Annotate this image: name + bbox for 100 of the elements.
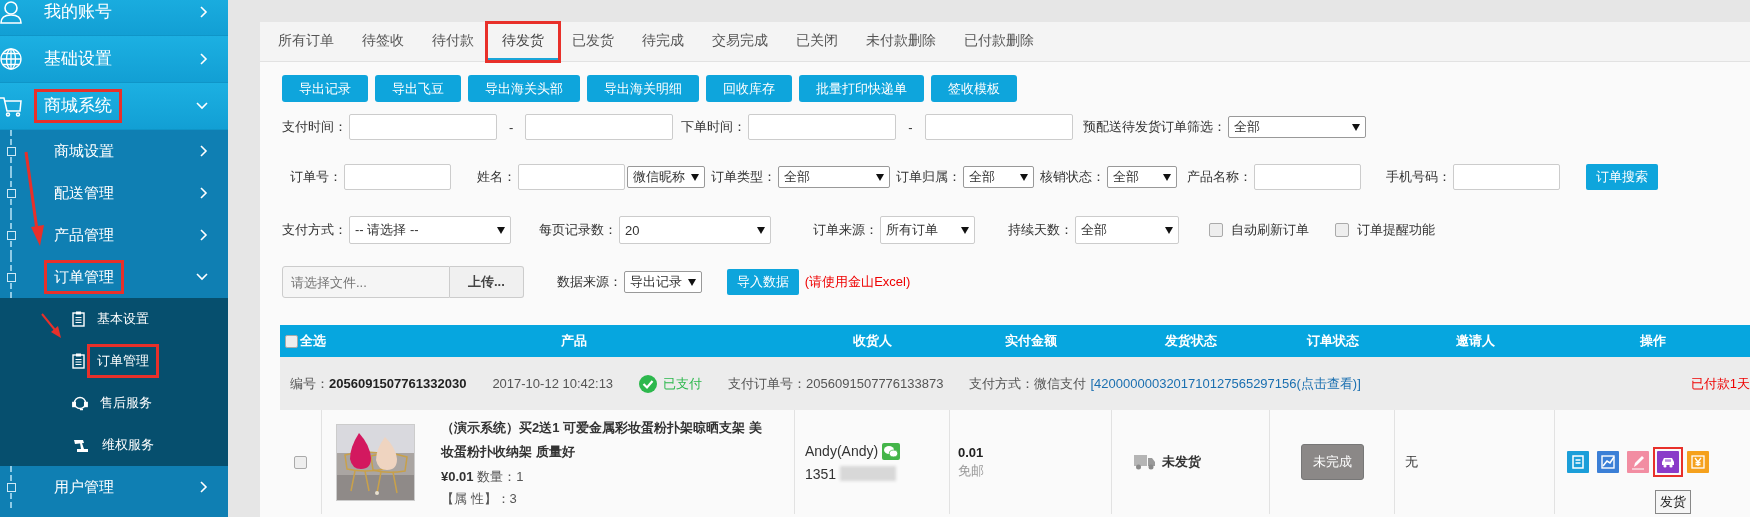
dropdown[interactable]: 全部 — [1227, 116, 1366, 138]
dropdown[interactable]: -- 请选择 -- — [349, 216, 511, 244]
checkbox[interactable] — [294, 455, 307, 469]
dropdown[interactable]: 20 — [619, 216, 771, 244]
globe-icon — [0, 48, 22, 70]
tree-node-icon — [7, 230, 16, 240]
column-header: 产品 — [559, 332, 588, 350]
text-field[interactable] — [1254, 164, 1361, 190]
tab[interactable]: 未付款删除 — [852, 24, 950, 60]
field-label: 订单号： — [290, 168, 342, 186]
car-icon[interactable] — [1653, 447, 1683, 477]
file-field[interactable]: 请选择文件... — [282, 266, 450, 298]
headset-icon — [72, 395, 88, 411]
date-field[interactable] — [924, 114, 1073, 140]
order-number: 编号：2056091507761332030 — [290, 374, 467, 393]
field-label: 预配送待发货订单筛选： — [1082, 118, 1226, 136]
paid-amount: 0.01 — [958, 444, 984, 460]
field-label: 持续天数： — [1008, 221, 1073, 239]
tab[interactable]: 交易完成 — [698, 24, 782, 60]
dropdown[interactable]: 全部 — [778, 166, 890, 188]
payment-method: 支付方式：微信支付 — [969, 375, 1087, 391]
date-field[interactable] — [748, 114, 897, 140]
sidebar-item[interactable]: 售后服务 — [0, 382, 228, 424]
column-header: 订单状态 — [1305, 332, 1360, 350]
text-field[interactable] — [1453, 164, 1560, 190]
upload-button[interactable]: 上传... — [450, 266, 524, 298]
tab[interactable]: 已关闭 — [782, 24, 852, 60]
tab[interactable]: 所有订单 — [264, 24, 348, 60]
text-field[interactable] — [518, 164, 625, 190]
paid-duration: 已付款1天 — [1690, 374, 1750, 393]
dropdown[interactable]: 导出记录 — [623, 271, 702, 293]
tab[interactable]: 待完成 — [628, 24, 698, 60]
tab[interactable]: 待付款 — [418, 24, 488, 60]
caret-icon — [757, 226, 765, 234]
redaction-mark — [840, 466, 897, 481]
column-header: 全选 — [300, 332, 326, 350]
sidebar-item[interactable]: 基本设置 — [0, 298, 228, 340]
clipboard-icon — [72, 353, 85, 369]
range-separator: - — [908, 119, 913, 135]
field-label: 每页记录数： — [539, 221, 617, 239]
field-label: 产品名称： — [1187, 168, 1252, 186]
column-header: 发货状态 — [1164, 332, 1218, 350]
column-header: 邀请人 — [1454, 332, 1496, 350]
dropdown[interactable]: 全部 — [1075, 216, 1179, 244]
check-circle-icon — [639, 374, 658, 393]
tab[interactable]: 待发货 — [488, 24, 558, 60]
checkbox[interactable] — [1209, 223, 1223, 237]
caret-icon — [497, 226, 505, 234]
caret-icon — [961, 226, 969, 234]
product-title[interactable]: （演示系统）买2送1 可爱金属彩妆蛋粉扑架晾晒支架 美妆蛋粉扑收纳架 质量好 — [441, 416, 771, 464]
tab[interactable]: 待签收 — [348, 24, 418, 60]
product-price: ¥0.01 — [441, 469, 474, 484]
inviter: 无 — [1405, 453, 1418, 471]
payment-status: 已支付 — [663, 374, 703, 393]
tooltip: 发货 — [1655, 490, 1691, 514]
order-time: 2017-10-12 10:42:13 — [492, 376, 614, 391]
range-separator: - — [509, 119, 514, 135]
gavel-icon — [72, 438, 90, 452]
caret-icon — [687, 278, 696, 286]
receiver-phone: 1351 — [805, 465, 837, 482]
sidebar-item[interactable]: 订单管理 — [0, 340, 228, 382]
text-field[interactable] — [344, 164, 451, 190]
user-icon — [0, 0, 22, 24]
transaction-link[interactable]: [4200000003201710127565297156(点击查看)] — [1090, 374, 1361, 393]
dropdown[interactable]: 所有订单 — [880, 216, 975, 244]
dropdown[interactable]: 微信昵称 — [627, 166, 705, 188]
tree-node-icon — [7, 146, 16, 156]
caret-icon — [1163, 173, 1171, 181]
dropdown[interactable]: 全部 — [963, 166, 1034, 188]
shipping-status: 未发货 — [1162, 453, 1201, 471]
field-label: 订单归属： — [896, 168, 961, 186]
annotation-arrow — [40, 312, 64, 339]
column-header: 收货人 — [852, 332, 893, 350]
shipping-fee: 免邮 — [958, 461, 984, 480]
caret-icon — [1020, 173, 1028, 181]
caret-icon — [691, 173, 699, 181]
caret-icon — [876, 173, 884, 181]
field-label: 姓名： — [477, 168, 516, 186]
date-field[interactable] — [525, 114, 674, 140]
field-label: 核销状态： — [1040, 168, 1105, 186]
clipboard-icon — [72, 311, 85, 327]
field-label: 订单来源： — [813, 221, 878, 239]
product-attributes: 【属 性】：3 — [441, 490, 518, 508]
tab[interactable]: 已发货 — [558, 24, 628, 60]
tree-node-icon — [7, 188, 16, 198]
field-label: 支付方式： — [282, 221, 347, 239]
product-quantity: 数量：1 — [477, 469, 524, 484]
field-label: 订单类型： — [711, 168, 776, 186]
date-field[interactable] — [349, 114, 497, 140]
checkbox[interactable] — [1335, 223, 1349, 237]
sidebar-item[interactable]: 维权服务 — [0, 424, 228, 466]
field-label: 下单时间： — [681, 118, 747, 136]
chat-icon — [882, 442, 901, 460]
field-label: 数据来源： — [556, 273, 622, 291]
dropdown[interactable]: 全部 — [1107, 166, 1177, 188]
tree-node-icon — [7, 272, 16, 282]
checkbox[interactable] — [285, 334, 298, 348]
tab[interactable]: 已付款删除 — [950, 24, 1048, 60]
receiver-name: Andy(Andy) — [805, 443, 879, 459]
field-label: 支付时间： — [282, 118, 347, 136]
